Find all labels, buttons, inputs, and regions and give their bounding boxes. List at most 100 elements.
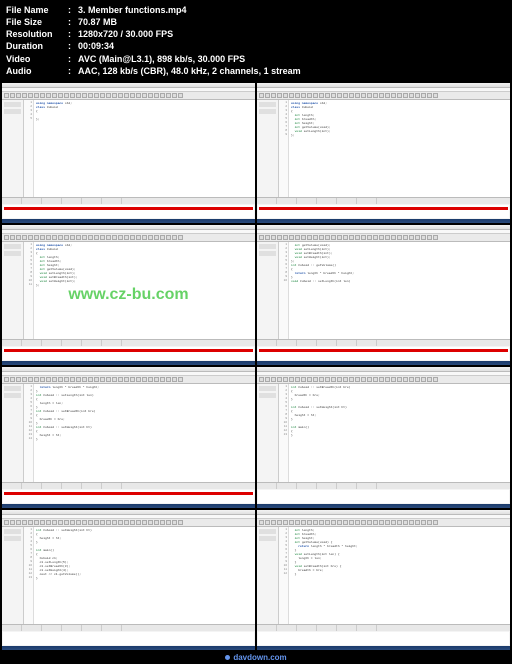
panel-tab[interactable] <box>277 340 297 346</box>
panel-tab[interactable] <box>257 198 277 204</box>
toolbar-button[interactable] <box>295 520 300 525</box>
toolbar-button[interactable] <box>313 235 318 240</box>
toolbar-button[interactable] <box>283 235 288 240</box>
toolbar-button[interactable] <box>331 235 336 240</box>
toolbar-button[interactable] <box>403 377 408 382</box>
toolbar-button[interactable] <box>76 377 81 382</box>
toolbar-button[interactable] <box>295 93 300 98</box>
toolbar-button[interactable] <box>94 520 99 525</box>
toolbar-button[interactable] <box>337 93 342 98</box>
toolbar-button[interactable] <box>40 377 45 382</box>
toolbar-button[interactable] <box>58 520 63 525</box>
toolbar-button[interactable] <box>307 377 312 382</box>
panel-tab[interactable] <box>317 198 337 204</box>
toolbar-button[interactable] <box>82 235 87 240</box>
toolbar-button[interactable] <box>154 520 159 525</box>
panel-tab[interactable] <box>277 483 297 489</box>
panel-tab[interactable] <box>82 625 102 631</box>
toolbar-button[interactable] <box>355 235 360 240</box>
toolbar-button[interactable] <box>337 520 342 525</box>
panel-tab[interactable] <box>257 340 277 346</box>
code-editor[interactable]: 1234567891011121314 return length * brea… <box>24 384 255 481</box>
toolbar-button[interactable] <box>289 520 294 525</box>
toolbar-button[interactable] <box>52 377 57 382</box>
toolbar-button[interactable] <box>112 93 117 98</box>
toolbar-button[interactable] <box>319 377 324 382</box>
toolbar-button[interactable] <box>271 377 276 382</box>
toolbar-button[interactable] <box>70 235 75 240</box>
toolbar-button[interactable] <box>343 93 348 98</box>
toolbar-button[interactable] <box>22 377 27 382</box>
panel-tab[interactable] <box>22 340 42 346</box>
sidebar-item[interactable] <box>4 102 21 107</box>
toolbar-button[interactable] <box>160 235 165 240</box>
toolbar-button[interactable] <box>427 377 432 382</box>
toolbar-button[interactable] <box>40 520 45 525</box>
toolbar-button[interactable] <box>397 93 402 98</box>
panel-tab[interactable] <box>277 625 297 631</box>
toolbar-button[interactable] <box>94 93 99 98</box>
toolbar-button[interactable] <box>427 93 432 98</box>
panel-tab[interactable] <box>62 340 82 346</box>
toolbar-button[interactable] <box>331 377 336 382</box>
toolbar-button[interactable] <box>403 93 408 98</box>
toolbar-button[interactable] <box>265 235 270 240</box>
toolbar-button[interactable] <box>433 235 438 240</box>
toolbar-button[interactable] <box>391 520 396 525</box>
toolbar-button[interactable] <box>142 520 147 525</box>
toolbar-button[interactable] <box>397 235 402 240</box>
sidebar-item[interactable] <box>259 244 276 249</box>
toolbar-button[interactable] <box>427 235 432 240</box>
toolbar-button[interactable] <box>349 520 354 525</box>
toolbar-button[interactable] <box>4 377 9 382</box>
panel-tab[interactable] <box>297 340 317 346</box>
toolbar-button[interactable] <box>259 377 264 382</box>
toolbar-button[interactable] <box>277 93 282 98</box>
toolbar-button[interactable] <box>178 377 183 382</box>
toolbar-button[interactable] <box>355 377 360 382</box>
toolbar-button[interactable] <box>271 93 276 98</box>
toolbar-button[interactable] <box>313 377 318 382</box>
panel-tab[interactable] <box>337 340 357 346</box>
toolbar-button[interactable] <box>70 520 75 525</box>
toolbar-button[interactable] <box>118 235 123 240</box>
toolbar-button[interactable] <box>76 235 81 240</box>
sidebar-item[interactable] <box>259 529 276 534</box>
toolbar-button[interactable] <box>16 93 21 98</box>
toolbar-button[interactable] <box>94 377 99 382</box>
toolbar-button[interactable] <box>301 377 306 382</box>
panel-tab[interactable] <box>62 625 82 631</box>
toolbar-button[interactable] <box>118 520 123 525</box>
toolbar-button[interactable] <box>289 235 294 240</box>
code-area[interactable]: using namespace std;class Cuboid{ int le… <box>34 242 255 339</box>
toolbar-button[interactable] <box>34 377 39 382</box>
sidebar-item[interactable] <box>4 529 21 534</box>
panel-tab[interactable] <box>22 198 42 204</box>
toolbar-button[interactable] <box>70 93 75 98</box>
toolbar-button[interactable] <box>124 235 129 240</box>
toolbar-button[interactable] <box>4 93 9 98</box>
toolbar-button[interactable] <box>277 235 282 240</box>
toolbar-button[interactable] <box>283 520 288 525</box>
panel-tab[interactable] <box>82 340 102 346</box>
panel-tab[interactable] <box>357 625 377 631</box>
toolbar-button[interactable] <box>22 93 27 98</box>
toolbar-button[interactable] <box>379 520 384 525</box>
toolbar-button[interactable] <box>28 520 33 525</box>
toolbar-button[interactable] <box>160 520 165 525</box>
toolbar-button[interactable] <box>379 235 384 240</box>
toolbar-button[interactable] <box>373 520 378 525</box>
toolbar-button[interactable] <box>118 377 123 382</box>
toolbar-button[interactable] <box>172 235 177 240</box>
panel-tab[interactable] <box>22 483 42 489</box>
toolbar-button[interactable] <box>16 377 21 382</box>
toolbar-button[interactable] <box>130 235 135 240</box>
panel-tab[interactable] <box>102 198 122 204</box>
toolbar-button[interactable] <box>409 93 414 98</box>
toolbar-button[interactable] <box>106 235 111 240</box>
toolbar-button[interactable] <box>361 377 366 382</box>
toolbar-button[interactable] <box>28 235 33 240</box>
panel-tab[interactable] <box>42 483 62 489</box>
toolbar-button[interactable] <box>385 520 390 525</box>
code-editor[interactable]: 1234567891011using namespace std;class C… <box>24 242 255 339</box>
